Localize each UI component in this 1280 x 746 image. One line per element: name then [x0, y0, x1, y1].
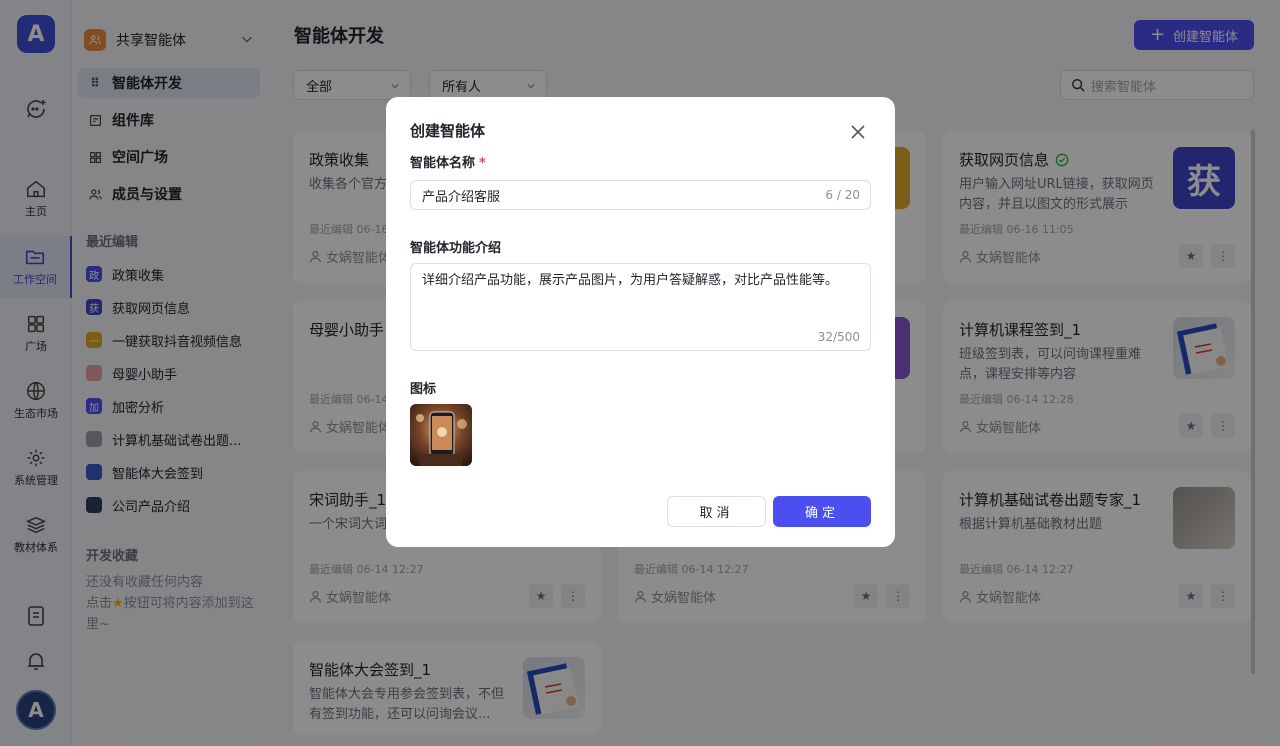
name-label: 智能体名称 * [410, 156, 486, 171]
name-char-count: 6 / 20 [825, 188, 860, 202]
agent-intro-textarea[interactable]: 详细介绍产品功能，展示产品图片，为用户答疑解惑，对比产品性能等。 32/500 [410, 263, 871, 351]
confirm-button[interactable]: 确定 [773, 496, 871, 527]
phone-photo-image [410, 404, 472, 466]
intro-label: 智能体功能介绍 [410, 241, 502, 256]
intro-char-count: 32/500 [817, 330, 860, 344]
cancel-button[interactable]: 取消 [667, 496, 766, 527]
agent-name-input[interactable]: 产品介绍客服 6 / 20 [410, 180, 871, 210]
dialog-title: 创建智能体 [410, 122, 486, 140]
required-mark: * [479, 156, 486, 171]
agent-icon-image[interactable] [410, 404, 472, 466]
create-agent-dialog: 创建智能体 智能体名称 * 产品介绍客服 6 / 20 智能体功能介绍 详细介绍产… [386, 97, 895, 547]
close-icon[interactable] [850, 124, 866, 140]
icon-label: 图标 [410, 382, 437, 397]
